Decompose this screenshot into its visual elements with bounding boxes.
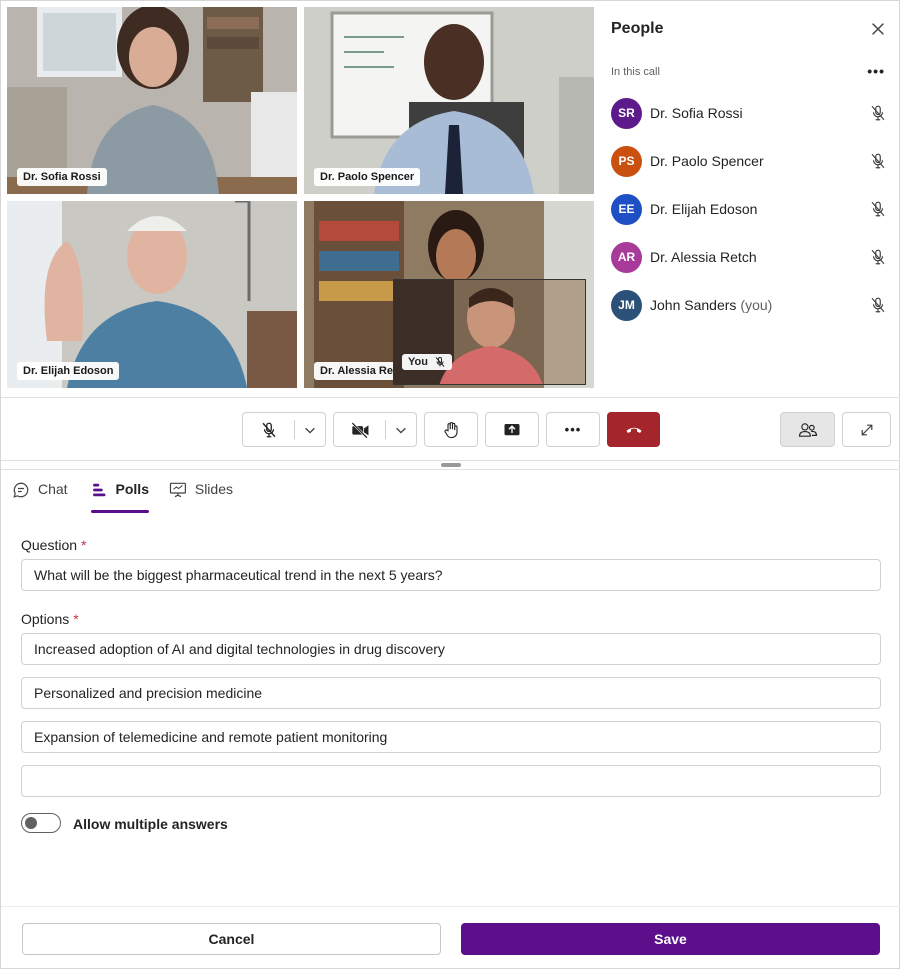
allow-multiple-label: Allow multiple answers xyxy=(73,816,228,832)
participant-name-tag: Dr. Elijah Edoson xyxy=(17,362,120,380)
mic-toggle-button[interactable] xyxy=(243,413,294,446)
video-tile-paolo[interactable]: Dr. Paolo Spencer xyxy=(304,7,594,194)
participant-row[interactable]: PS Dr. Paolo Spencer xyxy=(611,143,887,179)
avatar: PS xyxy=(611,145,642,177)
mic-off-icon[interactable] xyxy=(869,296,887,314)
video-feed xyxy=(7,7,297,194)
participant-name: Dr. Sofia Rossi xyxy=(650,105,743,121)
polls-icon xyxy=(93,483,106,497)
cancel-button[interactable]: Cancel xyxy=(22,923,441,955)
options-label: Options * xyxy=(21,611,79,627)
camera-options-dropdown[interactable] xyxy=(386,413,416,446)
mic-control[interactable] xyxy=(242,412,326,447)
mic-off-icon[interactable] xyxy=(869,200,887,218)
you-label: You xyxy=(408,356,428,368)
more-icon: ••• xyxy=(564,422,582,437)
self-view-label: You xyxy=(402,354,452,370)
allow-multiple-toggle[interactable] xyxy=(21,813,61,833)
avatar: JM xyxy=(611,289,642,321)
chat-icon xyxy=(13,482,29,498)
footer-divider xyxy=(1,906,900,907)
chevron-down-icon xyxy=(396,427,407,434)
share-screen-button[interactable] xyxy=(485,412,539,447)
video-tile-sofia[interactable]: Dr. Sofia Rossi xyxy=(7,7,297,194)
participant-row[interactable]: AR Dr. Alessia Retch xyxy=(611,239,887,275)
mic-off-icon[interactable] xyxy=(869,104,887,122)
divider xyxy=(1,397,900,398)
tab-slides[interactable]: Slides xyxy=(169,481,233,513)
tab-label: Polls xyxy=(115,481,149,497)
participant-row[interactable]: SR Dr. Sofia Rossi xyxy=(611,95,887,131)
mic-off-icon[interactable] xyxy=(869,248,887,266)
option-input-4[interactable] xyxy=(21,765,881,797)
raise-hand-icon xyxy=(444,421,458,438)
mic-options-dropdown[interactable] xyxy=(295,413,325,446)
people-icon xyxy=(798,422,817,437)
mic-off-icon xyxy=(435,357,445,367)
avatar: SR xyxy=(611,97,642,129)
question-label: Question * xyxy=(21,537,87,553)
required-indicator: * xyxy=(81,537,87,553)
expand-icon xyxy=(861,424,872,435)
people-toggle-button[interactable] xyxy=(780,412,835,447)
chevron-down-icon xyxy=(305,427,316,434)
camera-off-icon xyxy=(351,421,369,439)
more-actions-button[interactable]: ••• xyxy=(546,412,600,447)
toggle-knob xyxy=(25,817,37,829)
participant-row[interactable]: JM John Sanders (you) xyxy=(611,287,887,323)
you-suffix: (you) xyxy=(740,297,773,313)
video-feed xyxy=(304,7,594,194)
participant-name: Dr. Alessia Retch xyxy=(650,249,757,265)
leave-call-button[interactable] xyxy=(607,412,660,447)
more-options-icon[interactable]: ••• xyxy=(867,63,885,79)
participant-name-tag: Dr. Sofia Rossi xyxy=(17,168,107,186)
option-input-2[interactable] xyxy=(21,677,881,709)
video-tile-elijah[interactable]: Dr. Elijah Edoson xyxy=(7,201,297,388)
option-input-1[interactable] xyxy=(21,633,881,665)
option-input-3[interactable] xyxy=(21,721,881,753)
fullscreen-button[interactable] xyxy=(842,412,891,447)
participant-row[interactable]: EE Dr. Elijah Edoson xyxy=(611,191,887,227)
meeting-window: Dr. Sofia Rossi Dr. Paolo Spencer Dr. El xyxy=(0,0,900,969)
participant-name: John Sanders (you) xyxy=(650,297,773,313)
share-screen-icon xyxy=(504,423,520,435)
participant-name: Dr. Elijah Edoson xyxy=(650,201,758,217)
self-view-video[interactable]: You xyxy=(393,279,586,385)
participant-name: Dr. Paolo Spencer xyxy=(650,153,764,169)
camera-control[interactable] xyxy=(333,412,417,447)
avatar: AR xyxy=(611,241,642,273)
in-call-section-label: In this call xyxy=(611,66,660,78)
save-button[interactable]: Save xyxy=(461,923,880,955)
avatar: EE xyxy=(611,193,642,225)
mic-off-icon[interactable] xyxy=(869,152,887,170)
camera-toggle-button[interactable] xyxy=(334,413,385,446)
participant-name-tag: Dr. Paolo Spencer xyxy=(314,168,421,186)
mic-off-icon xyxy=(262,422,276,437)
video-feed xyxy=(7,201,297,388)
question-input[interactable] xyxy=(21,559,881,591)
tab-label: Slides xyxy=(194,481,233,497)
required-indicator: * xyxy=(73,611,79,627)
people-panel-title: People xyxy=(611,20,664,37)
hang-up-icon xyxy=(626,427,641,433)
tab-label: Chat xyxy=(38,481,68,497)
people-panel: People In this call ••• SR Dr. Sofia Ros… xyxy=(597,1,900,397)
tab-polls[interactable]: Polls xyxy=(91,481,149,513)
divider xyxy=(1,469,900,470)
slides-icon xyxy=(169,482,186,498)
divider xyxy=(1,460,900,461)
close-icon[interactable] xyxy=(869,20,887,38)
resize-handle[interactable] xyxy=(441,463,461,467)
raise-hand-button[interactable] xyxy=(424,412,478,447)
tab-chat[interactable]: Chat xyxy=(12,481,70,513)
